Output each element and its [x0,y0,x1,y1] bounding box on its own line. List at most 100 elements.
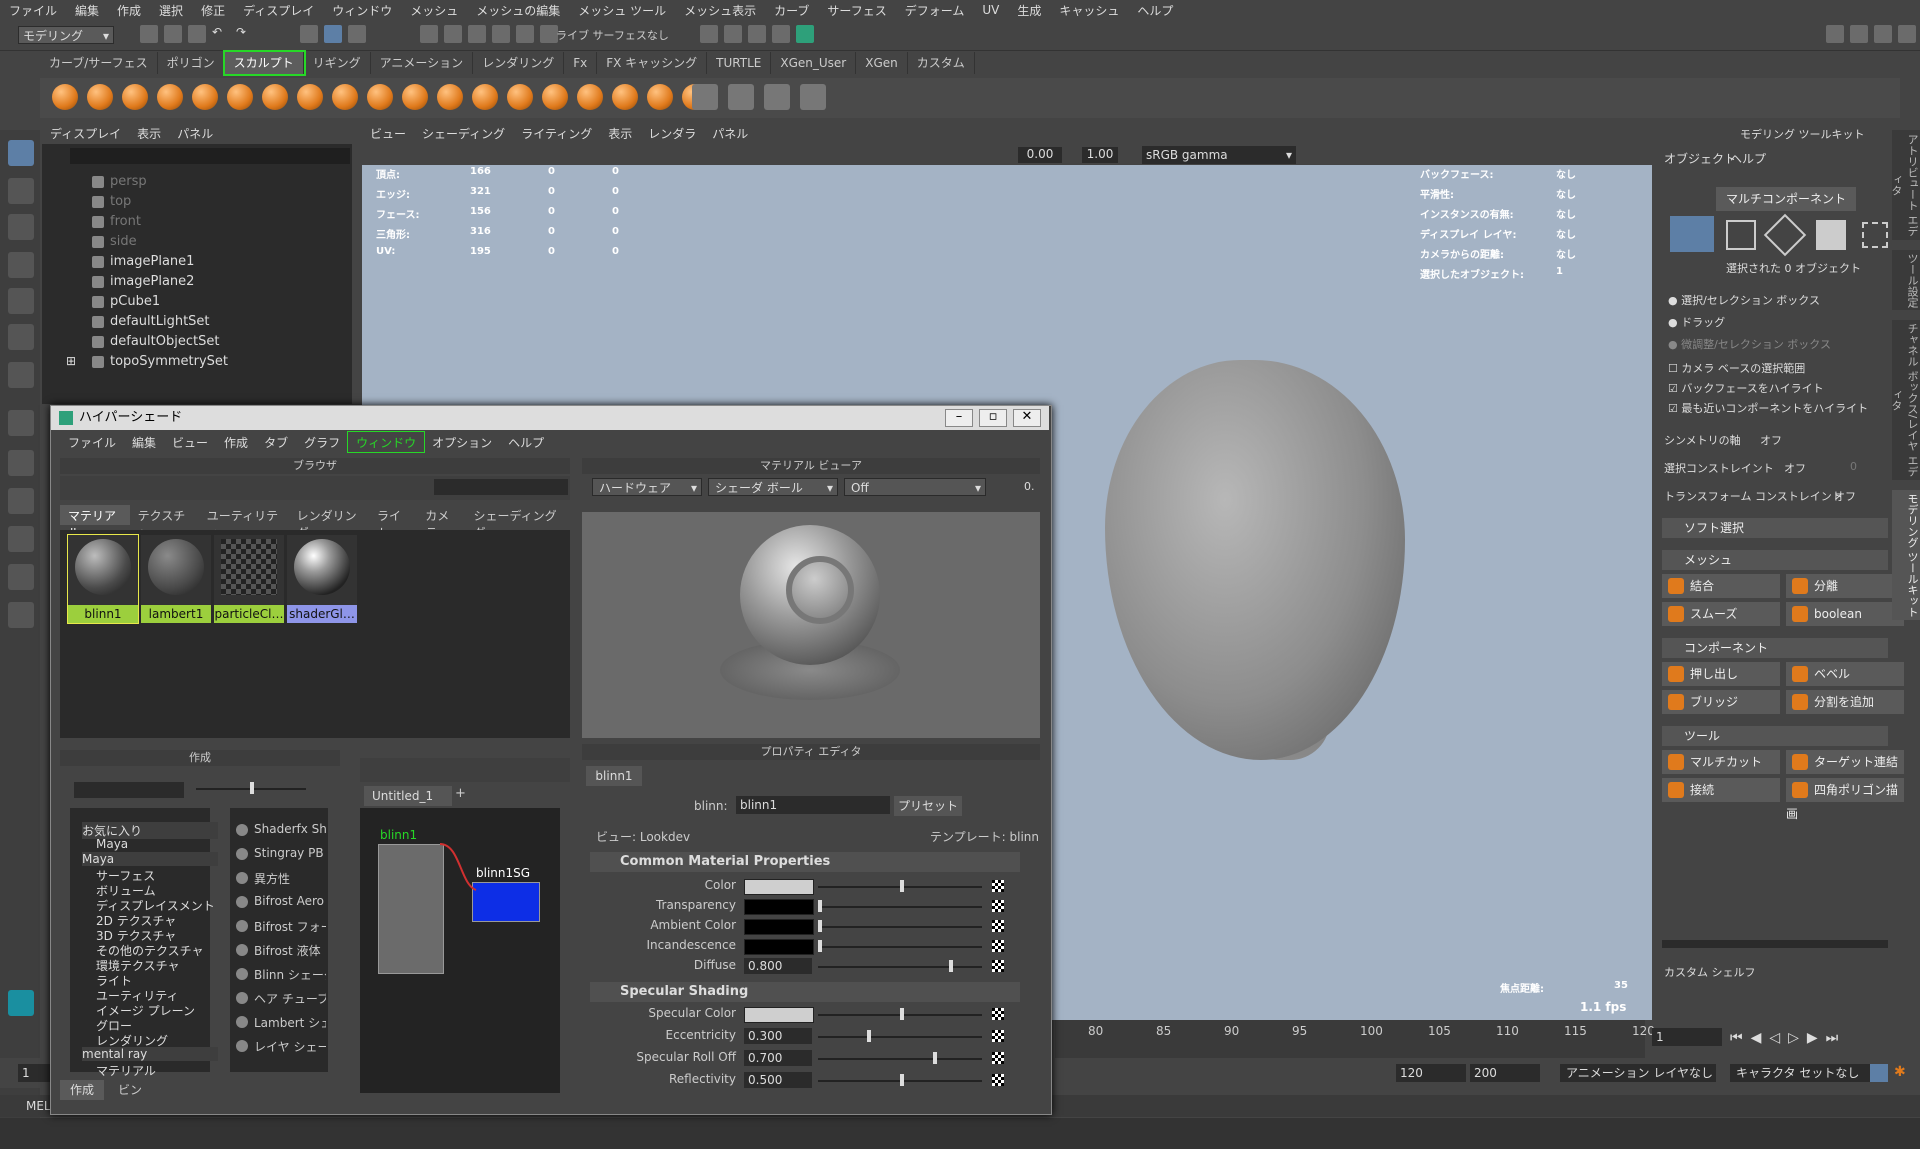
prop-color-swatch[interactable] [744,939,814,955]
ipr-render-icon[interactable] [748,25,766,43]
matview-num[interactable]: 0. [1024,480,1035,493]
prop-color-swatch[interactable] [744,879,814,895]
new-scene-icon[interactable] [140,25,158,43]
soft-select-section[interactable]: ソフト選択 [1662,518,1888,538]
move-tool-icon[interactable] [8,252,34,278]
hs-menu-6[interactable]: ウィンドウ [347,431,426,453]
viewport-menu-5[interactable]: パネル [704,122,756,144]
shelf-tab-10[interactable]: XGen [856,52,908,74]
create-category-item[interactable]: mental ray [82,1047,218,1061]
outliner-item[interactable]: side [110,234,137,249]
current-frame-field[interactable]: 1 [1652,1028,1722,1046]
browser-tab-1[interactable]: テクスチャ [130,505,199,540]
prop-tab[interactable]: blinn1 [586,766,642,786]
sculpt-tool-icon[interactable] [52,84,78,110]
create-search[interactable] [74,782,184,798]
preset-button[interactable]: プリセット [894,796,962,816]
save-scene-icon[interactable] [188,25,206,43]
snap-surface-icon[interactable] [516,25,534,43]
prop-number-field[interactable]: 0.700 [744,1050,812,1066]
layout-icon-2[interactable] [1850,25,1868,43]
outliner-item[interactable]: top [110,194,131,209]
outliner-item[interactable]: front [110,214,141,229]
env-dropdown[interactable]: Off ▾ [844,478,986,496]
prop-slider[interactable] [818,966,982,968]
scale-tool-icon[interactable] [8,324,34,350]
end-frame-field[interactable]: 200 [1470,1064,1540,1082]
lasso-tool-icon[interactable] [8,178,34,204]
outliner-item[interactable]: persp [110,174,147,189]
outliner-menu-0[interactable]: ディスプレイ [42,122,129,144]
sculpt-tool-icon[interactable] [647,84,673,110]
map-button-icon[interactable] [992,880,1004,892]
hs-menu-5[interactable]: グラフ [296,432,348,452]
menu-item-12[interactable]: サーフェス [818,2,895,19]
snap-point-icon[interactable] [468,25,486,43]
shelf-tab-4[interactable]: アニメーション [371,52,474,74]
tools-section[interactable]: ツール [1662,726,1888,746]
prop-slider[interactable] [818,906,982,908]
sculpt-tool-icon[interactable] [262,84,288,110]
hs-menu-3[interactable]: 作成 [216,432,256,452]
hs-menu-4[interactable]: タブ [256,432,296,452]
layout-icon-4[interactable] [1898,25,1916,43]
outliner-item[interactable]: defaultObjectSet [110,334,219,349]
map-button-icon[interactable] [992,1052,1004,1064]
hs-menu-7[interactable]: オプション [424,432,500,452]
outliner-search[interactable] [70,148,350,164]
node-type-item[interactable]: Stingray PB [254,846,326,860]
material-swatch[interactable]: shaderGl… [287,535,357,623]
map-button-icon[interactable] [992,920,1004,932]
viewport-menu-1[interactable]: シェーディング [414,122,513,144]
anim-layer-dropdown[interactable]: アニメーション レイヤなし [1560,1064,1716,1082]
tool-button-3[interactable]: 四角ポリゴン描画 [1786,778,1904,821]
outliner-item[interactable]: pCube1 [110,294,160,309]
time-slider[interactable] [1055,1020,1645,1058]
select-object-icon[interactable] [324,25,342,43]
create-slider-knob[interactable] [250,782,254,794]
sculpt-tool-icon[interactable] [192,84,218,110]
browser-tab-6[interactable]: シェーディング グ [465,505,570,540]
range-end-field[interactable]: 120 [1396,1064,1466,1082]
side-tab-1[interactable]: ツール設定 [1892,250,1920,310]
mesh-button-3[interactable]: boolean [1786,602,1904,626]
component-button-1[interactable]: ベベル [1786,662,1904,686]
radio-tweak[interactable]: ● 微調整/セレクション ボックス [1668,336,1831,352]
browser-search[interactable] [434,479,568,495]
sculpt-tool-icon[interactable] [332,84,358,110]
shelf-tab-9[interactable]: XGen_User [771,52,857,74]
snap-curve-icon[interactable] [444,25,462,43]
menu-item-7[interactable]: メッシュ [401,2,467,19]
prop-slider-knob[interactable] [818,940,822,952]
component-section[interactable]: コンポーネント [1662,638,1888,658]
hs-menu-8[interactable]: ヘルプ [500,432,552,452]
outliner-menu-2[interactable]: パネル [169,122,221,144]
shelf-tab-0[interactable]: カーブ/サーフェス [40,52,158,74]
snap-grid-icon[interactable] [420,25,438,43]
side-tab-3[interactable]: モデリング ツールキット [1892,490,1920,620]
browser-tab-0[interactable]: マテリアル [60,505,130,540]
shelf-tab-3[interactable]: リギング [304,52,371,74]
select-hierarchy-icon[interactable] [300,25,318,43]
layout-icon-3[interactable] [1874,25,1892,43]
create-category-item[interactable]: Maya [82,852,218,866]
mtk-menu-help[interactable]: ヘルプ [1730,150,1766,167]
prop-slider[interactable] [818,926,982,928]
select-constraint-value[interactable]: オフ [1784,460,1806,476]
character-set-dropdown[interactable]: キャラクタ セットなし [1730,1064,1876,1082]
prop-slider[interactable] [818,946,982,948]
outliner-item[interactable]: topoSymmetrySet [110,354,228,369]
prop-slider-knob[interactable] [900,1008,904,1020]
mode-selector[interactable]: モデリング ▾ [18,26,114,44]
hs-menu-1[interactable]: 編集 [124,432,164,452]
menu-item-11[interactable]: カーブ [765,2,818,19]
playback-controls[interactable]: ⏮◀◁▷▶⏭ [1730,1030,1900,1046]
menu-item-4[interactable]: 修正 [192,2,234,19]
gamma-field[interactable]: 1.00 [1082,147,1118,163]
graph-tab[interactable]: Untitled_1 [364,786,452,806]
prop-slider-knob[interactable] [900,1074,904,1086]
shelf-tab-5[interactable]: レンダリング [473,52,565,74]
browser-tab-4[interactable]: ライト [369,505,417,540]
render-frame-icon[interactable] [724,25,742,43]
material-swatch[interactable]: lambert1 [141,535,211,623]
